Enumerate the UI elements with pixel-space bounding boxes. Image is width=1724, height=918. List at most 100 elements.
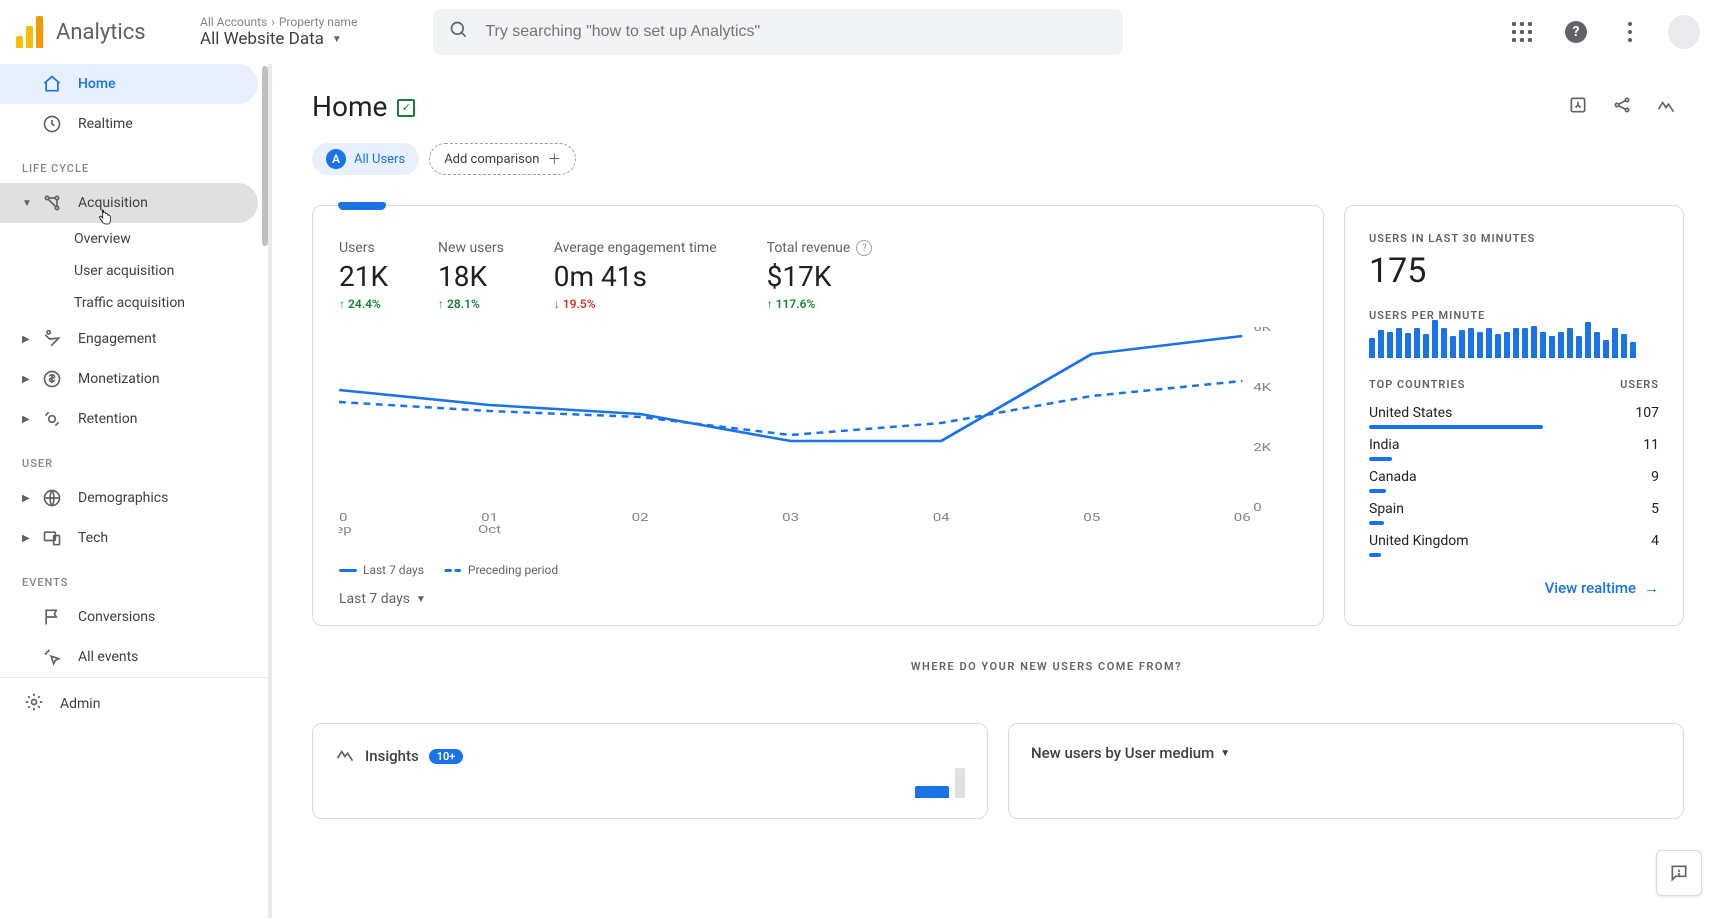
sidebar-item-admin[interactable]: Admin (0, 677, 268, 730)
sidebar-item-retention[interactable]: ▶ Retention (0, 399, 258, 439)
sidebar-item-label: Retention (78, 411, 138, 427)
avatar[interactable] (1668, 16, 1700, 48)
scrollbar[interactable] (262, 66, 268, 246)
sidebar-item-label: Engagement (78, 331, 156, 347)
sidebar-group-events: EVENTS (0, 558, 268, 597)
sidebar-item-realtime[interactable]: Realtime (0, 104, 258, 144)
active-metric-tab[interactable] (338, 202, 386, 210)
sidebar-group-user: USER (0, 439, 268, 478)
share-icon[interactable] (1612, 95, 1632, 119)
sidebar-item-engagement[interactable]: ▶ Engagement (0, 319, 258, 359)
segment-all-users[interactable]: A All Users (312, 143, 419, 175)
users-line-chart: 6K4K2K030Sep01Oct0203040506 (313, 321, 1323, 557)
chart-legend: Last 7 days Preceding period (313, 557, 1323, 583)
topbar: Analytics All Accounts›Property name All… (0, 0, 1724, 64)
app-name: Analytics (56, 20, 146, 45)
retention-icon (42, 409, 62, 429)
svg-text:04: 04 (933, 512, 951, 525)
sidebar-item-home[interactable]: Home (0, 64, 258, 104)
sidebar-item-conversions[interactable]: Conversions (0, 597, 258, 637)
realtime-title: USERS IN LAST 30 MINUTES (1369, 232, 1659, 245)
account-picker[interactable]: All Accounts›Property name All Website D… (200, 15, 357, 49)
overview-card: Users 21K ↑ 24.4% New users 18K ↑ 28.1% … (312, 205, 1324, 626)
chevron-right-icon: ▶ (22, 533, 32, 544)
apps-icon[interactable] (1506, 16, 1538, 48)
insights-badge: 10+ (429, 749, 464, 764)
country-row: Spain5 (1369, 493, 1659, 517)
scorecard-new-users[interactable]: New users 18K ↑ 28.1% (438, 240, 504, 311)
svg-text:01: 01 (481, 512, 498, 525)
sidebar-item-overview[interactable]: Overview (0, 223, 268, 255)
sidebar-item-label: Demographics (78, 490, 168, 506)
engagement-icon (42, 329, 62, 349)
insights-icon[interactable] (1656, 95, 1676, 119)
delta-up: ↑ 117.6% (767, 297, 873, 311)
sidebar-item-all-events[interactable]: All events (0, 637, 258, 677)
sidebar-item-label: All events (78, 649, 138, 665)
scorecard-revenue[interactable]: Total revenue? $17K ↑ 117.6% (767, 240, 873, 311)
sidebar-item-monetization[interactable]: ▶ Monetization (0, 359, 258, 399)
sidebar-item-label: Admin (60, 696, 100, 712)
chevron-right-icon: ▶ (22, 414, 32, 425)
realtime-value: 175 (1369, 245, 1659, 309)
add-comparison-button[interactable]: Add comparison ＋ (429, 143, 576, 175)
search-input[interactable] (433, 9, 1123, 55)
analytics-logo-icon (16, 16, 44, 48)
medium-label: New users by User medium (1031, 744, 1214, 762)
clock-icon (42, 114, 62, 134)
view-realtime-link[interactable]: View realtime → (1369, 557, 1659, 597)
customize-icon[interactable] (1568, 95, 1588, 119)
sidebar-item-demographics[interactable]: ▶ Demographics (0, 478, 258, 518)
date-range-picker[interactable]: Last 7 days▼ (313, 583, 1323, 625)
flag-icon (42, 607, 62, 627)
sidebar-item-label: Monetization (78, 371, 160, 387)
country-row: United States107 (1369, 397, 1659, 421)
delta-up: ↑ 28.1% (438, 297, 504, 311)
plus-icon: ＋ (547, 149, 561, 169)
search-icon (449, 20, 469, 45)
sidebar-item-label: Conversions (78, 609, 155, 625)
chevron-down-icon: ▼ (22, 198, 32, 209)
app-logo[interactable]: Analytics (16, 16, 184, 48)
country-row: United Kingdom4 (1369, 525, 1659, 549)
delta-down: ↓ 19.5% (554, 297, 717, 311)
realtime-card: USERS IN LAST 30 MINUTES 175 USERS PER M… (1344, 205, 1684, 626)
country-row: India11 (1369, 429, 1659, 453)
sidebar-item-acquisition[interactable]: ▼ Acquisition (0, 183, 258, 223)
svg-text:Oct: Oct (478, 524, 501, 537)
cursor-click-icon (42, 647, 62, 667)
sidebar-group-lifecycle: LIFE CYCLE (0, 144, 268, 183)
svg-text:05: 05 (1083, 512, 1100, 525)
search-field[interactable] (485, 23, 1107, 41)
sidebar-item-tech[interactable]: ▶ Tech (0, 518, 258, 558)
more-icon[interactable] (1614, 16, 1646, 48)
insights-label: Insights (365, 747, 419, 765)
users-per-minute-chart (1369, 330, 1659, 372)
help-icon[interactable]: ? (1560, 16, 1592, 48)
sidebar-item-traffic-acquisition[interactable]: Traffic acquisition (0, 287, 268, 319)
chevron-down-icon: ▼ (416, 594, 426, 605)
insights-mini-chart (335, 768, 965, 798)
feedback-icon (1669, 863, 1689, 883)
globe-icon (42, 488, 62, 508)
svg-text:6K: 6K (1253, 327, 1272, 334)
sidebar-item-label: Home (78, 76, 116, 92)
svg-text:4K: 4K (1253, 382, 1272, 395)
add-comparison-label: Add comparison (444, 152, 539, 167)
chevron-down-icon: ▼ (332, 34, 342, 45)
svg-text:03: 03 (782, 512, 799, 525)
info-icon[interactable]: ? (856, 240, 872, 256)
sidebar-item-user-acquisition[interactable]: User acquisition (0, 255, 268, 287)
acquisition-icon (42, 193, 62, 213)
svg-text:2K: 2K (1253, 442, 1272, 455)
scorecard-aet[interactable]: Average engagement time 0m 41s ↓ 19.5% (554, 240, 717, 311)
scorecard-users[interactable]: Users 21K ↑ 24.4% (339, 240, 388, 311)
new-users-medium-card[interactable]: New users by User medium ▼ (1008, 723, 1684, 819)
main-content: Home ✓ A All Users Add comparison ＋ (272, 64, 1724, 918)
view-name: All Website Data (200, 29, 324, 49)
insights-card[interactable]: Insights 10+ (312, 723, 988, 819)
feedback-button[interactable] (1656, 850, 1702, 896)
gear-icon (24, 692, 44, 716)
sidebar-item-label: Tech (78, 530, 108, 546)
home-icon (42, 74, 62, 94)
